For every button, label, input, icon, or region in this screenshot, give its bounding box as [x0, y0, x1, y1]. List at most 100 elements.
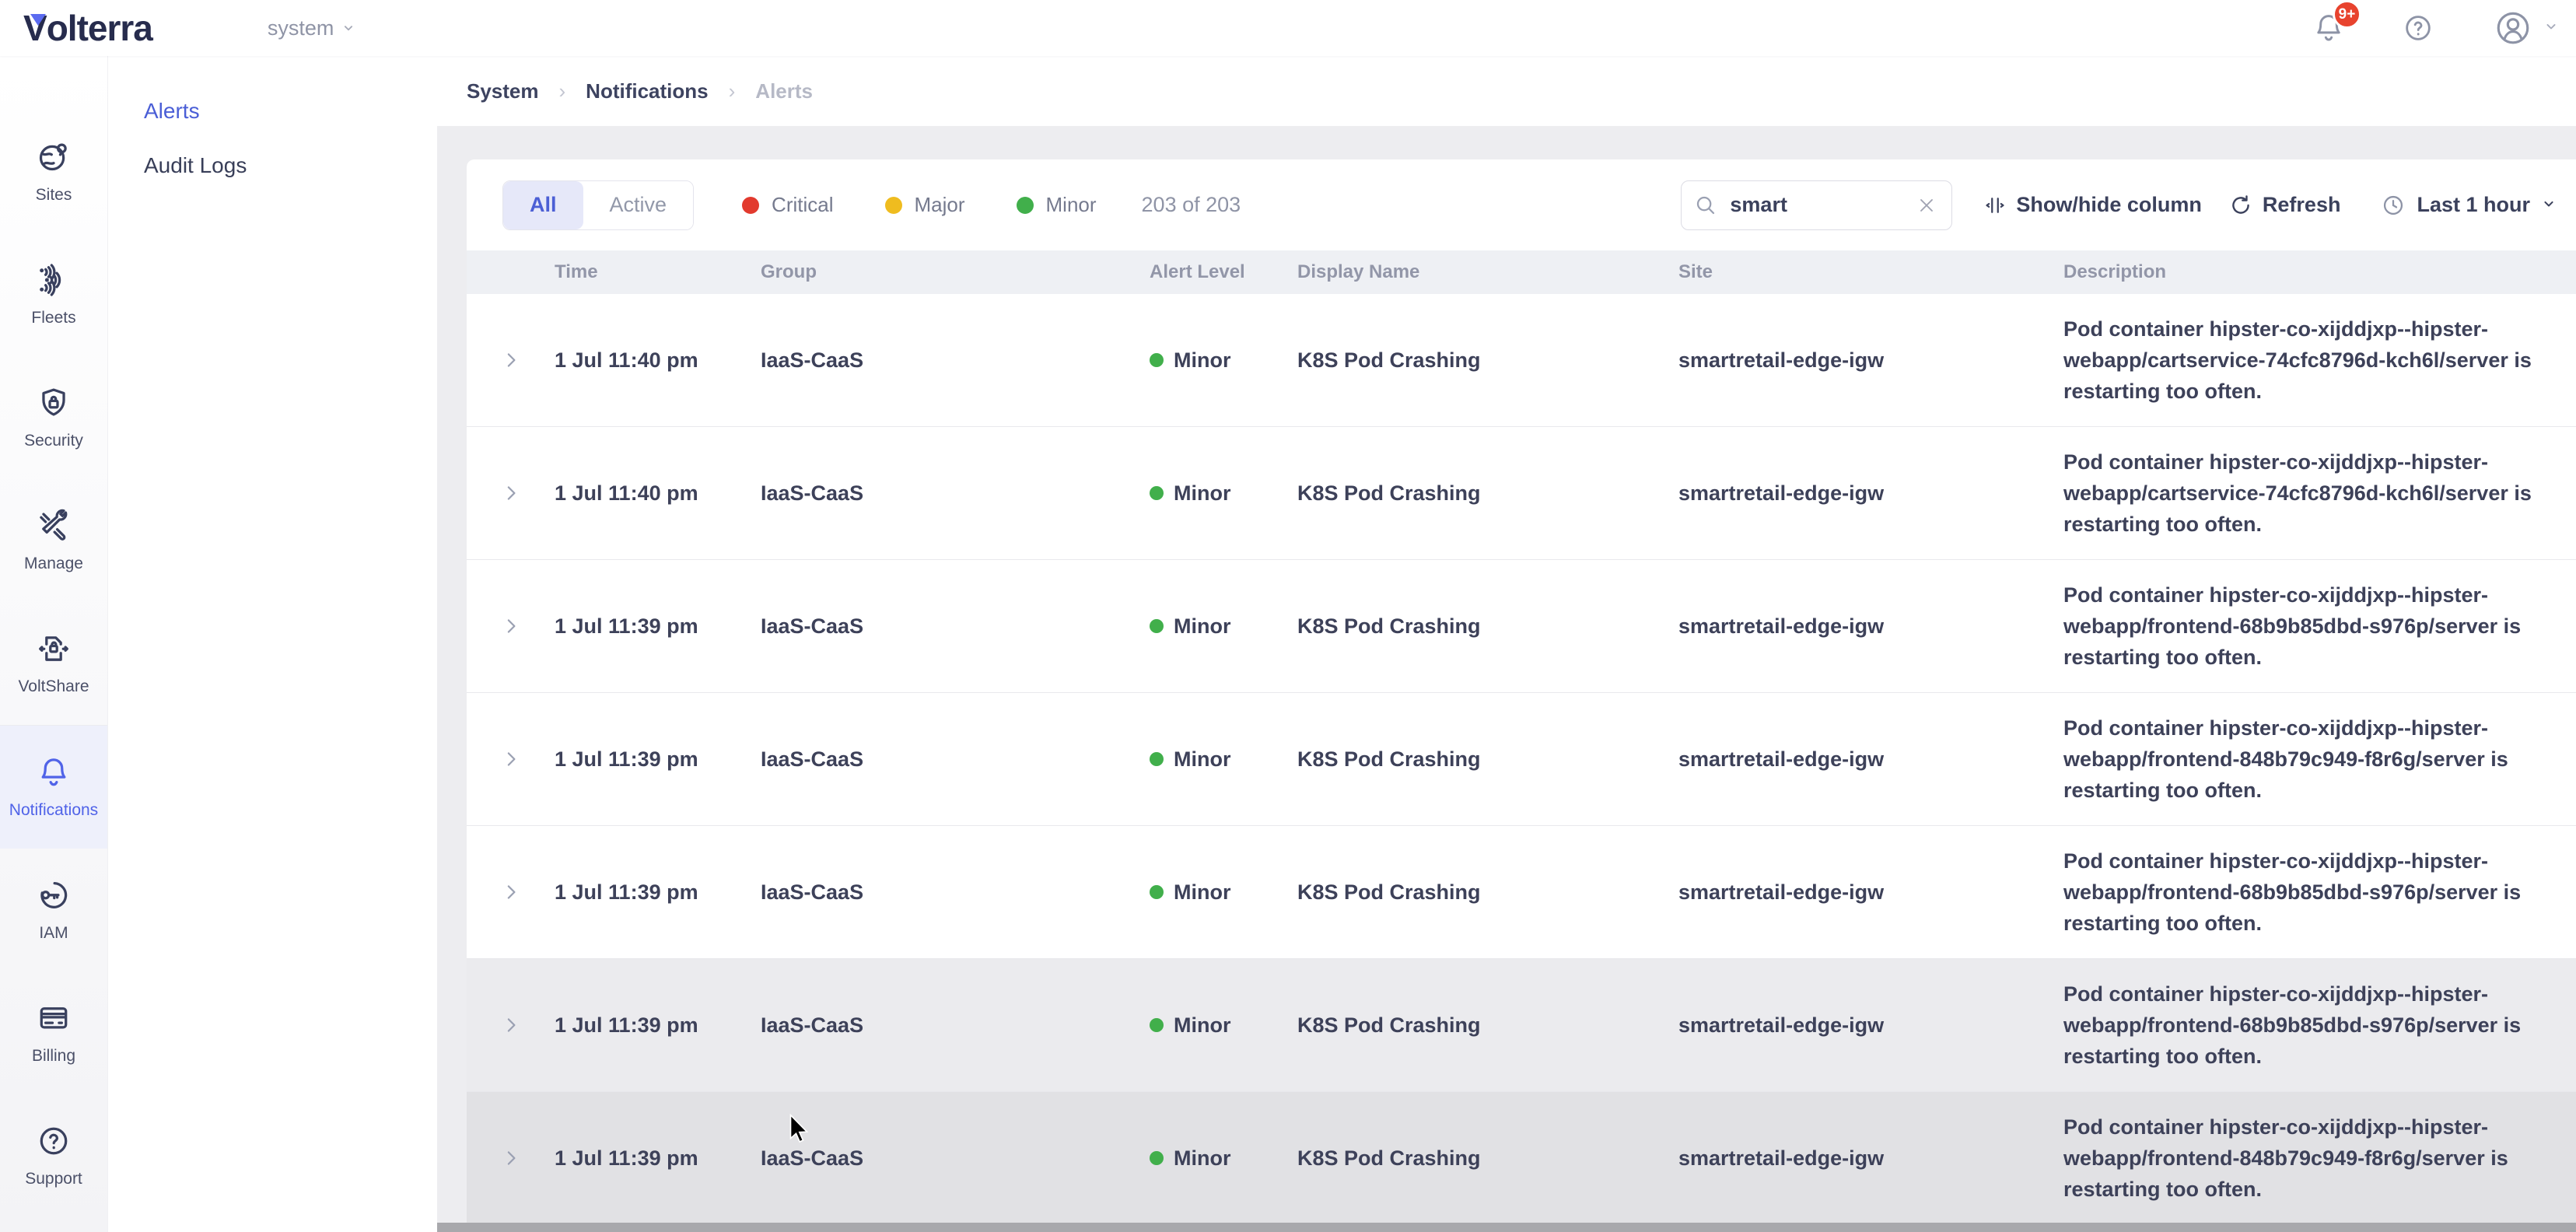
chevron-right-icon	[499, 348, 523, 372]
topbar-actions: 9+	[2312, 9, 2559, 47]
sidebar-item-fleets[interactable]: Fleets	[0, 233, 107, 356]
notifications-bell-button[interactable]: 9+	[2312, 11, 2346, 45]
logo-text: olterra	[47, 7, 152, 49]
row-expander[interactable]	[467, 880, 544, 904]
help-button[interactable]	[2402, 12, 2434, 44]
main-content: System›Notifications›Alerts AllActive Cr…	[437, 56, 2576, 1232]
sidebar-item-support[interactable]: Support	[0, 1094, 107, 1217]
cell-display-name: K8S Pod Crashing	[1287, 1146, 1668, 1171]
tab-all[interactable]: All	[503, 181, 583, 229]
search-icon	[1694, 194, 1717, 217]
cell-display-name: K8S Pod Crashing	[1287, 747, 1668, 772]
alert-level-label: Minor	[1174, 747, 1231, 772]
cell-description: Pod container hipster-co-xijddjxp--hipst…	[2053, 712, 2576, 806]
all-active-toggle: AllActive	[502, 180, 694, 230]
cell-group: IaaS-CaaS	[751, 481, 1139, 506]
bottom-edge	[437, 1223, 2576, 1232]
tab-active[interactable]: Active	[583, 181, 694, 229]
support-icon	[36, 1123, 72, 1163]
sidebar-item-sites[interactable]: Sites	[0, 110, 107, 233]
table-header: TimeGroupAlert LevelDisplay NameSiteDesc…	[467, 250, 2576, 294]
cell-description: Pod container hipster-co-xijddjxp--hipst…	[2053, 446, 2576, 540]
row-expander[interactable]	[467, 614, 544, 638]
table-row[interactable]: 1 Jul 11:40 pm IaaS-CaaS Minor K8S Pod C…	[467, 294, 2576, 426]
legend-item-critical: Critical	[742, 193, 833, 217]
major-dot-icon	[885, 197, 902, 214]
row-expander[interactable]	[467, 747, 544, 771]
search-input[interactable]	[1728, 192, 1916, 218]
sites-icon	[36, 139, 72, 179]
sidebar-item-iam[interactable]: IAM	[0, 849, 107, 971]
time-range-dropdown[interactable]: Last 1 hour	[2381, 193, 2557, 218]
tenant-selector[interactable]: system	[268, 16, 356, 40]
user-menu-button[interactable]	[2494, 9, 2559, 47]
cell-alert-level: Minor	[1139, 1146, 1287, 1171]
column-header-description: Description	[2053, 261, 2576, 283]
table-row[interactable]: 1 Jul 11:39 pm IaaS-CaaS Minor K8S Pod C…	[467, 692, 2576, 825]
refresh-button[interactable]: Refresh	[2228, 193, 2341, 218]
row-expander[interactable]	[467, 1146, 544, 1170]
toolbar-right: Show/hide column Refresh Last 1 hour	[1681, 180, 2557, 230]
sidebar-item-notifications[interactable]: Notifications	[0, 725, 107, 849]
cell-group: IaaS-CaaS	[751, 1013, 1139, 1038]
tenant-label: system	[268, 16, 334, 40]
secondary-sidebar-item-audit-logs[interactable]: Audit Logs	[108, 138, 437, 193]
rail-item-label: Notifications	[9, 801, 98, 820]
sidebar-item-billing[interactable]: Billing	[0, 971, 107, 1094]
column-header-alert-level: Alert Level	[1139, 261, 1287, 283]
cell-description: Pod container hipster-co-xijddjxp--hipst…	[2053, 579, 2576, 673]
sidebar-item-security[interactable]: Security	[0, 356, 107, 479]
alert-level-label: Minor	[1174, 481, 1231, 506]
chevron-down-icon	[341, 21, 355, 35]
sidebar-item-manage[interactable]: Manage	[0, 479, 107, 602]
minor-dot-icon	[1017, 197, 1034, 214]
table-row[interactable]: 1 Jul 11:39 pm IaaS-CaaS Minor K8S Pod C…	[467, 958, 2576, 1091]
search-box	[1681, 180, 1952, 230]
alert-level-dot	[1150, 486, 1164, 500]
alert-level-label: Minor	[1174, 614, 1231, 639]
rail-item-label: Support	[25, 1170, 82, 1188]
table-row[interactable]: 1 Jul 11:39 pm IaaS-CaaS Minor K8S Pod C…	[467, 825, 2576, 958]
alert-level-dot	[1150, 885, 1164, 899]
show-hide-column-label: Show/hide column	[2016, 193, 2202, 217]
row-expander[interactable]	[467, 481, 544, 505]
row-expander[interactable]	[467, 348, 544, 372]
sidebar-item-voltshare[interactable]: VoltShare	[0, 602, 107, 725]
cell-time: 1 Jul 11:40 pm	[544, 348, 751, 373]
secondary-sidebar-item-alerts[interactable]: Alerts	[108, 84, 437, 138]
table-row[interactable]: 1 Jul 11:39 pm IaaS-CaaS Minor K8S Pod C…	[467, 1091, 2576, 1225]
chevron-right-icon	[499, 1013, 523, 1037]
chevron-down-icon	[2543, 19, 2559, 34]
rail-item-label: Manage	[24, 555, 83, 573]
top-bar: Volterra system 9+	[0, 0, 2576, 56]
alert-level-dot	[1150, 1151, 1164, 1165]
cell-description: Pod container hipster-co-xijddjxp--hipst…	[2053, 978, 2576, 1072]
cell-time: 1 Jul 11:39 pm	[544, 614, 751, 639]
alert-level-dot	[1150, 353, 1164, 367]
legend-item-minor: Minor	[1017, 193, 1097, 217]
cell-group: IaaS-CaaS	[751, 348, 1139, 373]
rail-item-label: Fleets	[31, 309, 75, 327]
cell-alert-level: Minor	[1139, 481, 1287, 506]
volterra-logo[interactable]: Volterra	[23, 7, 152, 49]
alert-level-label: Minor	[1174, 880, 1231, 905]
breadcrumb-item-system[interactable]: System	[467, 79, 539, 103]
cell-site: smartretail-edge-igw	[1668, 1013, 2053, 1038]
chevron-right-icon	[499, 747, 523, 771]
refresh-icon	[2228, 193, 2253, 218]
breadcrumb-item-notifications[interactable]: Notifications	[586, 79, 708, 103]
notifications-icon	[36, 754, 72, 794]
clear-search-button[interactable]	[1916, 194, 1937, 216]
alert-level-label: Minor	[1174, 1013, 1231, 1038]
breadcrumb: System›Notifications›Alerts	[437, 56, 2576, 126]
table-row[interactable]: 1 Jul 11:40 pm IaaS-CaaS Minor K8S Pod C…	[467, 426, 2576, 559]
cell-display-name: K8S Pod Crashing	[1287, 348, 1668, 373]
row-expander[interactable]	[467, 1013, 544, 1037]
security-icon	[36, 385, 72, 425]
cell-alert-level: Minor	[1139, 348, 1287, 373]
cell-group: IaaS-CaaS	[751, 1146, 1139, 1171]
table-row[interactable]: 1 Jul 11:39 pm IaaS-CaaS Minor K8S Pod C…	[467, 559, 2576, 692]
show-hide-column-button[interactable]: Show/hide column	[1983, 193, 2202, 217]
close-icon	[1916, 194, 1937, 216]
cell-display-name: K8S Pod Crashing	[1287, 614, 1668, 639]
